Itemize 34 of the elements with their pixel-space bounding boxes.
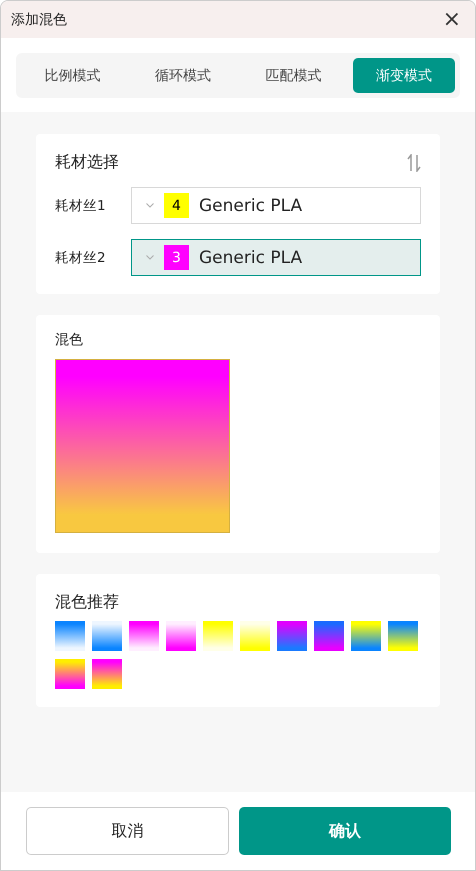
filament-name: Generic PLA [199,248,302,268]
swap-icon[interactable] [407,154,421,172]
window-title: 添加混色 [11,10,67,28]
gradient-swatch[interactable] [314,621,344,651]
section-title: 混色 [55,331,83,349]
mode-tab[interactable]: 循环模式 [132,58,234,93]
gradient-swatch[interactable] [92,621,122,651]
mode-tab[interactable]: 匹配模式 [242,58,344,93]
mode-tab[interactable]: 比例模式 [21,58,124,93]
filament-label: 耗材丝2 [55,248,107,266]
gradient-swatch[interactable] [240,621,270,651]
close-button[interactable]: × [438,8,465,30]
filament-label: 耗材丝1 [55,196,107,214]
gradient-swatch[interactable] [388,621,418,651]
filament-dropdown[interactable]: 4 Generic PLA [131,187,421,224]
gradient-swatch[interactable] [166,621,196,651]
gradient-swatch[interactable] [55,659,85,689]
gradient-swatch[interactable] [129,621,159,651]
chevron-down-icon [146,255,154,260]
gradient-swatch[interactable] [203,621,233,651]
section-title: 耗材选择 [55,152,119,173]
section-title: 混色推荐 [55,592,119,613]
filament-color-chip: 3 [164,245,189,270]
cancel-button[interactable]: 取消 [26,807,230,855]
gradient-swatch[interactable] [55,621,85,651]
filament-dropdown[interactable]: 3 Generic PLA [131,239,421,276]
gradient-swatch[interactable] [92,659,122,689]
chevron-down-icon [146,203,154,208]
gradient-swatch[interactable] [277,621,307,651]
gradient-swatch[interactable] [351,621,381,651]
confirm-button[interactable]: 确认 [239,807,451,855]
filament-color-chip: 4 [164,193,189,218]
filament-name: Generic PLA [199,196,302,216]
mode-tab[interactable]: 渐变模式 [352,58,455,93]
